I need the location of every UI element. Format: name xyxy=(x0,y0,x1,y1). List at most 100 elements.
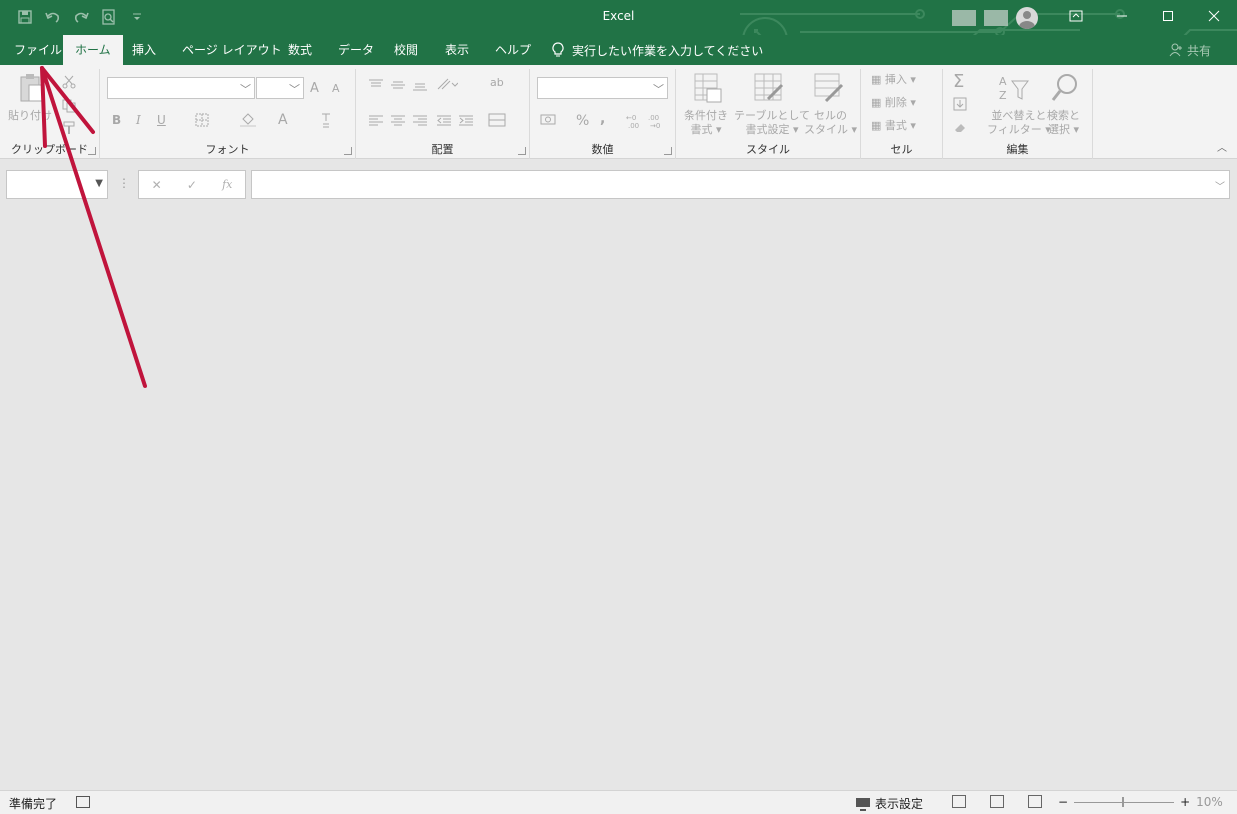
avatar[interactable] xyxy=(1016,7,1038,29)
align-center-icon[interactable] xyxy=(390,115,406,130)
clipboard-launcher-icon[interactable] xyxy=(88,147,96,155)
font-color-icon[interactable]: A xyxy=(278,112,288,128)
font-size-combo[interactable]: ﹀ xyxy=(256,77,304,99)
underline-button[interactable]: U xyxy=(157,113,166,127)
zoom-control: − + 10% xyxy=(1058,795,1223,809)
alignment-group: ab 配置 xyxy=(356,69,530,159)
zoom-level[interactable]: 10% xyxy=(1196,795,1223,809)
tab-insert[interactable]: 挿入 xyxy=(120,35,168,65)
tell-me-text: 実行したい作業を入力してください xyxy=(572,43,764,58)
display-settings-button[interactable]: 表示設定 xyxy=(855,795,923,812)
maximize-icon[interactable] xyxy=(1145,0,1191,32)
share-button[interactable]: 共有 xyxy=(1169,35,1211,65)
wrap-text-icon[interactable]: ab xyxy=(490,76,504,89)
copy-icon[interactable] xyxy=(62,99,76,116)
editing-group: Σ AZ 並べ替えと フィルター ▾ 検索と 選択 ▾ 編集 xyxy=(943,69,1093,159)
insert-function-button[interactable]: fx xyxy=(222,178,232,191)
expand-formula-icon[interactable]: ﹀ xyxy=(1215,178,1225,193)
shrink-font-icon[interactable]: A xyxy=(332,82,340,95)
tab-view[interactable]: 表示 xyxy=(433,35,481,65)
cut-icon[interactable] xyxy=(62,75,76,92)
format-as-table-icon[interactable] xyxy=(754,73,784,106)
tab-help[interactable]: ヘルプ xyxy=(483,35,543,65)
clipboard-group: 貼り付け クリップボード xyxy=(0,69,100,159)
fill-icon[interactable] xyxy=(953,97,969,114)
increase-indent-icon[interactable] xyxy=(458,115,474,130)
align-left-icon[interactable] xyxy=(368,115,384,130)
format-cells-button[interactable]: ▦ 書式 ▾ xyxy=(871,119,916,133)
sort-filter-label[interactable]: 並べ替えと フィルター ▾ xyxy=(987,109,1051,137)
chevron-down-icon: ﹀ xyxy=(289,83,300,96)
grow-font-icon[interactable]: A xyxy=(310,81,319,96)
enter-entry-button[interactable]: ✓ xyxy=(187,178,197,192)
comma-button[interactable]: , xyxy=(600,111,605,127)
font-group-label: フォント xyxy=(205,143,250,156)
phonetic-icon[interactable] xyxy=(320,112,332,131)
find-select-icon[interactable] xyxy=(1051,73,1079,106)
align-bottom-icon[interactable] xyxy=(412,79,428,94)
percent-button[interactable]: % xyxy=(576,113,589,129)
display-settings-label: 表示設定 xyxy=(875,797,924,811)
normal-view-icon[interactable] xyxy=(952,795,966,808)
decrease-decimal-icon[interactable]: .00 →0 xyxy=(648,113,664,132)
increase-decimal-icon[interactable]: ←0.00 xyxy=(626,113,642,132)
zoom-out-icon[interactable]: − xyxy=(1058,795,1068,809)
page-break-view-icon[interactable] xyxy=(1028,795,1042,808)
zoom-in-icon[interactable]: + xyxy=(1180,795,1190,809)
align-middle-icon[interactable] xyxy=(390,79,406,94)
autosum-icon[interactable]: Σ xyxy=(953,71,964,92)
collapse-ribbon-icon[interactable]: ︿ xyxy=(1217,139,1227,154)
orientation-icon[interactable] xyxy=(436,77,459,94)
cancel-entry-button[interactable]: ✕ xyxy=(152,178,162,192)
sort-filter-icon[interactable]: AZ xyxy=(999,73,1029,106)
cell-styles-icon[interactable] xyxy=(814,73,844,106)
format-as-table-label[interactable]: テーブルとして 書式設定 ▾ xyxy=(734,109,810,137)
window-controls xyxy=(1053,0,1237,32)
conditional-formatting-label[interactable]: 条件付き 書式 ▾ xyxy=(684,109,728,137)
find-select-label[interactable]: 検索と 選択 ▾ xyxy=(1047,109,1080,137)
conditional-formatting-icon[interactable] xyxy=(694,73,722,106)
italic-button[interactable]: I xyxy=(136,113,141,127)
tab-data[interactable]: データ xyxy=(326,35,386,65)
lightbulb-icon xyxy=(552,42,564,57)
paste-label[interactable]: 貼り付け xyxy=(8,109,52,123)
account-area[interactable] xyxy=(952,7,1038,29)
merge-center-icon[interactable] xyxy=(488,113,506,130)
tab-formulas[interactable]: 数式 xyxy=(276,35,324,65)
tab-review[interactable]: 校閲 xyxy=(382,35,430,65)
number-launcher-icon[interactable] xyxy=(664,147,672,155)
align-top-icon[interactable] xyxy=(368,79,384,94)
align-right-icon[interactable] xyxy=(412,115,428,130)
ribbon-display-options-icon[interactable] xyxy=(1053,0,1099,32)
page-layout-view-icon[interactable] xyxy=(990,795,1004,808)
cell-styles-label[interactable]: セルの スタイル ▾ xyxy=(804,109,857,137)
clear-icon[interactable] xyxy=(953,121,969,136)
bold-button[interactable]: B xyxy=(112,113,121,127)
font-group: ﹀ ﹀ A A B I U A フォント xyxy=(100,69,356,159)
borders-icon[interactable] xyxy=(195,113,209,130)
decrease-indent-icon[interactable] xyxy=(436,115,452,130)
format-painter-icon[interactable] xyxy=(62,121,76,138)
insert-cells-button[interactable]: ▦ 挿入 ▾ xyxy=(871,73,916,87)
accounting-format-icon[interactable] xyxy=(540,113,558,130)
blurred-user-name xyxy=(952,10,976,26)
delete-cells-button[interactable]: ▦ 削除 ▾ xyxy=(871,96,916,110)
minimize-icon[interactable] xyxy=(1099,0,1145,32)
font-launcher-icon[interactable] xyxy=(344,147,352,155)
alignment-launcher-icon[interactable] xyxy=(518,147,526,155)
tab-home[interactable]: ホーム xyxy=(63,35,123,65)
close-icon[interactable] xyxy=(1191,0,1237,32)
formula-bar-grip[interactable]: ⋮ xyxy=(118,176,130,190)
number-format-combo[interactable]: ﹀ xyxy=(537,77,668,99)
formula-input[interactable]: ﹀ xyxy=(251,170,1230,199)
paste-icon[interactable] xyxy=(18,73,44,106)
zoom-slider[interactable] xyxy=(1074,796,1175,807)
window-title: Excel xyxy=(602,9,635,23)
zoom-slider-thumb[interactable] xyxy=(1122,796,1125,807)
font-name-combo[interactable]: ﹀ xyxy=(107,77,255,99)
name-box[interactable]: ▼ xyxy=(6,170,108,199)
macro-recording-icon[interactable] xyxy=(76,796,90,808)
status-ready: 準備完了 xyxy=(9,797,58,811)
fill-color-icon[interactable] xyxy=(240,113,256,130)
tell-me-search[interactable]: 実行したい作業を入力してください xyxy=(552,35,763,65)
